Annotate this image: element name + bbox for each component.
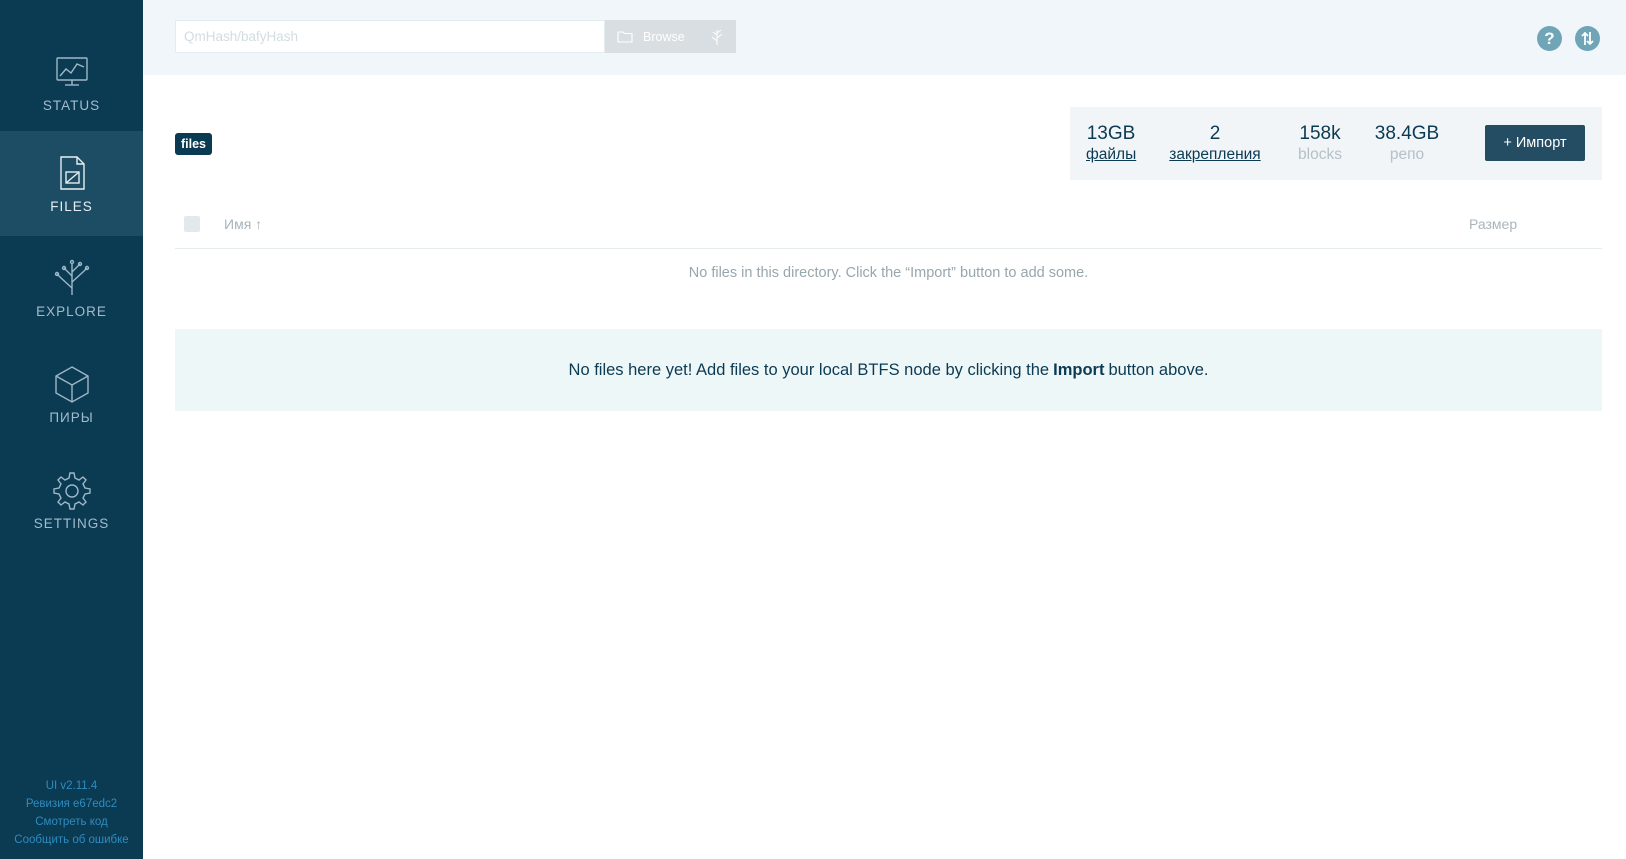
browse-label: Browse: [643, 29, 685, 44]
ui-version: UI v2.11.4: [45, 780, 98, 792]
nav-item-files[interactable]: FILES: [0, 131, 143, 236]
stat-files-link[interactable]: файлы: [1086, 145, 1136, 164]
notice-text-before: No files here yet! Add files to your loc…: [568, 360, 1050, 379]
stat-pins: 2 закрепления: [1165, 123, 1265, 164]
nav-item-status[interactable]: STATUS: [0, 30, 143, 135]
no-files-notice: No files here yet! Add files to your loc…: [175, 329, 1602, 411]
top-bar: Browse ?: [143, 0, 1626, 75]
stat-repo: 38.4GB репо: [1370, 123, 1444, 164]
files-icon: [59, 156, 85, 190]
nav-label-explore: EXPLORE: [36, 304, 107, 319]
explore-tree-icon: [711, 29, 723, 45]
stat-blocks-label: blocks: [1298, 146, 1342, 163]
peers-cube-icon: [54, 366, 89, 403]
files-table-header: Имя ↑ Размер: [175, 205, 1602, 249]
nav-item-peers[interactable]: ПИРЫ: [0, 342, 143, 447]
stat-repo-value: 38.4GB: [1374, 123, 1440, 144]
revision-link[interactable]: Ревизия e67edc2: [0, 795, 143, 813]
stat-pins-value: 2: [1209, 123, 1221, 144]
stat-files-value: 13GB: [1086, 123, 1136, 144]
nav-item-explore[interactable]: EXPLORE: [0, 236, 143, 341]
name-column-header[interactable]: Имя ↑: [224, 216, 262, 232]
notice-text-after: button above.: [1108, 360, 1209, 379]
sync-arrows-icon[interactable]: [1575, 26, 1600, 51]
notice-import-word: Import: [1053, 360, 1105, 379]
browse-button[interactable]: Browse: [605, 20, 736, 53]
help-icon[interactable]: ?: [1537, 26, 1562, 51]
view-code-link[interactable]: Смотреть код: [0, 813, 143, 831]
nav-label-peers: ПИРЫ: [49, 410, 94, 425]
nav-label-status: STATUS: [42, 98, 101, 113]
report-bug-link[interactable]: Сообщить об ошибке: [0, 831, 143, 849]
sidebar: STATUS FILES EXPLORE ПИРЫ SETTINGS UI v2…: [0, 0, 143, 859]
nav-item-settings[interactable]: SETTINGS: [0, 448, 143, 553]
nav-label-files: FILES: [50, 199, 93, 214]
empty-directory-message: No files in this directory. Click the “I…: [688, 265, 1089, 281]
settings-gear-icon: [52, 472, 91, 510]
repo-stats: 13GB файлы 2 закрепления 158k blocks 38.…: [1070, 107, 1602, 180]
stat-files: 13GB файлы: [1086, 123, 1136, 164]
nav-label-settings: SETTINGS: [33, 516, 110, 531]
size-column-header[interactable]: Размер: [1469, 216, 1517, 232]
status-chart-icon: [55, 57, 88, 86]
stat-repo-label: репо: [1389, 146, 1425, 163]
breadcrumb[interactable]: files: [175, 133, 213, 155]
stat-blocks-value: 158k: [1299, 123, 1341, 144]
folder-icon: [617, 31, 633, 43]
explore-tree-icon: [54, 259, 89, 295]
hash-search-input[interactable]: [175, 20, 605, 53]
stat-pins-link[interactable]: закрепления: [1165, 145, 1265, 164]
sidebar-footer: UI v2.11.4 Ревизия e67edc2 Смотреть код …: [0, 777, 143, 849]
select-all-checkbox[interactable]: [184, 216, 200, 232]
stat-blocks: 158k blocks: [1295, 123, 1345, 164]
import-button[interactable]: + Импорт: [1485, 125, 1585, 161]
